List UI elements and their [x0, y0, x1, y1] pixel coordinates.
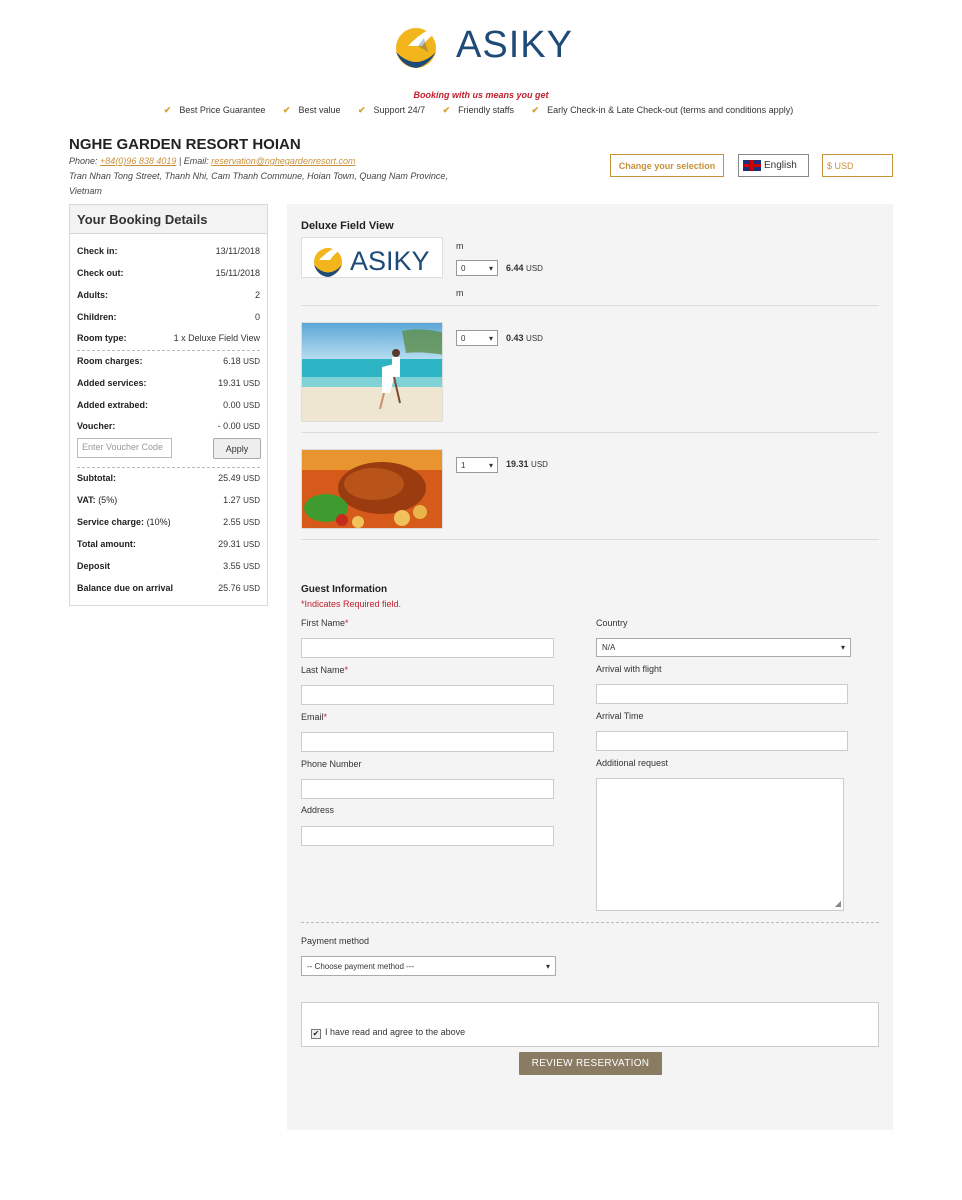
guest-info-title: Guest Information — [301, 584, 388, 595]
benefits-list: ✔ Best Price Guarantee ✔ Best value ✔ Suppo… — [0, 105, 962, 116]
main-panel: Deluxe Field View ASIKY m 0▾ 6.44 USD m — [287, 204, 893, 1130]
benefit-item: ✔ Best value — [282, 105, 341, 115]
review-reservation-button[interactable]: REVIEW RESERVATION — [519, 1052, 662, 1075]
booking-details-title: Your Booking Details — [70, 205, 267, 234]
arrival-time-label: Arrival Time — [596, 711, 644, 721]
room-type-row: Room type: 1 x Deluxe Field View — [77, 333, 260, 343]
dropdown-arrow-icon: ▾ — [488, 460, 493, 470]
benefit-item: ✔ Early Check-in & Late Check-out (terms … — [531, 105, 794, 115]
room-charges-row: Room charges: 6.18 USD — [77, 356, 260, 366]
benefit-item: ✔ Best Price Guarantee — [163, 105, 266, 115]
dropdown-arrow-icon: ▾ — [840, 643, 845, 652]
unit-label: m — [456, 288, 464, 298]
email-input[interactable] — [301, 732, 554, 752]
service-image-beach — [301, 322, 443, 422]
service-price: 19.31 USD — [506, 459, 548, 469]
service-price: 6.44 USD — [506, 263, 543, 273]
hotel-name: NGHE GARDEN RESORT HOIAN — [69, 136, 301, 153]
payment-method-select[interactable]: -- Choose payment method --- ▾ — [301, 956, 556, 976]
email-label: Email* — [301, 712, 328, 722]
flight-input[interactable] — [596, 684, 848, 704]
address-input[interactable] — [301, 826, 554, 846]
dropdown-arrow-icon: ▾ — [488, 263, 493, 273]
benefit-item: ✔ Friendly staffs — [442, 105, 515, 115]
first-name-label: First Name* — [301, 618, 349, 628]
country-select[interactable]: N/A ▾ — [596, 638, 851, 657]
hotel-address: Tran Nhan Tong Street, Thanh Nhi, Cam Th… — [69, 171, 448, 196]
flight-label: Arrival with flight — [596, 664, 662, 674]
check-icon: ✔ — [163, 105, 172, 115]
check-icon: ✔ — [358, 105, 366, 115]
divider — [301, 432, 879, 433]
service-image-logo: ASIKY — [301, 237, 443, 278]
divider — [301, 922, 879, 923]
first-name-input[interactable] — [301, 638, 554, 658]
language-selector[interactable]: English — [738, 154, 809, 177]
phone-link[interactable]: +84(0)96 838 4019 — [100, 156, 176, 166]
service-image-roast — [301, 449, 443, 529]
check-icon: ✔ — [442, 105, 451, 115]
required-note: *Indicates Required field. — [301, 599, 402, 609]
dropdown-arrow-icon: ▾ — [488, 333, 493, 343]
total-amount-row: Total amount: 29.31 USD — [77, 539, 260, 549]
email-link[interactable]: reservation@nghegardenresort.com — [211, 156, 355, 166]
booking-details-panel: Your Booking Details Check in: 13/11/2018… — [69, 204, 268, 606]
site-logo[interactable]: ASIKY — [388, 16, 574, 72]
voucher-code-input[interactable]: Enter Voucher Code — [77, 438, 172, 458]
resize-grip-icon[interactable]: ◢ — [835, 899, 841, 908]
check-icon: ✔ — [282, 105, 291, 115]
phone-input[interactable] — [301, 779, 554, 799]
vat-row: VAT: (5%) 1.27 USD — [77, 495, 260, 505]
divider — [301, 305, 879, 306]
service-charge-row: Service charge: (10%) 2.55 USD — [77, 517, 260, 527]
added-extrabed-row: Added extrabed: 0.00 USD — [77, 400, 260, 410]
country-label: Country — [596, 618, 628, 628]
check-icon: ✔ — [531, 105, 540, 115]
room-title: Deluxe Field View — [301, 220, 394, 232]
logo-mark-icon — [396, 20, 460, 68]
divider — [77, 350, 260, 351]
last-name-label: Last Name* — [301, 665, 349, 675]
roast-dish-photo-icon — [302, 450, 442, 528]
children-row: Children: 0 — [77, 312, 260, 322]
hotel-contact: Phone: +84(0)96 838 4019 | Email: reserv… — [69, 156, 448, 196]
agree-checkbox[interactable]: ✔ — [311, 1029, 321, 1039]
divider — [77, 467, 260, 468]
service-qty-select[interactable]: 0 ▾ — [456, 260, 498, 276]
dropdown-arrow-icon: ▾ — [545, 961, 550, 971]
tagline: Booking with us means you get — [413, 90, 549, 100]
balance-row: Balance due on arrival 25.76 USD — [77, 583, 260, 593]
uk-flag-icon — [743, 160, 761, 171]
apply-voucher-button[interactable]: Apply — [213, 438, 261, 459]
check-out-row: Check out: 15/11/2018 — [77, 268, 260, 278]
last-name-input[interactable] — [301, 685, 554, 705]
beach-photo-icon — [302, 323, 442, 421]
benefit-item: ✔ Support 24/7 — [358, 105, 426, 115]
currency-selector[interactable]: $ USD — [822, 154, 893, 177]
voucher-row: Voucher: - 0.00 USD — [77, 421, 260, 431]
added-services-row: Added services: 19.31 USD — [77, 378, 260, 388]
deposit-row: Deposit 3.55 USD — [77, 561, 260, 571]
adults-row: Adults: 2 — [77, 290, 260, 300]
divider — [301, 539, 879, 540]
arrival-time-input[interactable] — [596, 731, 848, 751]
asiky-logo-icon: ASIKY — [314, 241, 430, 277]
service-qty-select[interactable]: 1 ▾ — [456, 457, 498, 473]
unit-label: m — [456, 241, 464, 251]
request-label: Additional request — [596, 758, 669, 768]
service-qty-select[interactable]: 0 ▾ — [456, 330, 498, 346]
phone-label: Phone Number — [301, 759, 362, 769]
change-selection-button[interactable]: Change your selection — [610, 154, 724, 177]
payment-method-label: Payment method — [301, 936, 370, 946]
svg-text:ASIKY: ASIKY — [350, 246, 430, 276]
agreement-box: ✔ I have read and agree to the above — [301, 1002, 879, 1047]
address-label: Address — [301, 805, 335, 815]
subtotal-row: Subtotal: 25.49 USD — [77, 473, 260, 483]
service-price: 0.43 USD — [506, 333, 543, 343]
additional-request-textarea[interactable]: ◢ — [596, 778, 844, 911]
agree-text: I have read and agree to the above — [325, 1027, 466, 1037]
check-in-row: Check in: 13/11/2018 — [77, 246, 260, 256]
logo-text: ASIKY — [456, 24, 573, 66]
